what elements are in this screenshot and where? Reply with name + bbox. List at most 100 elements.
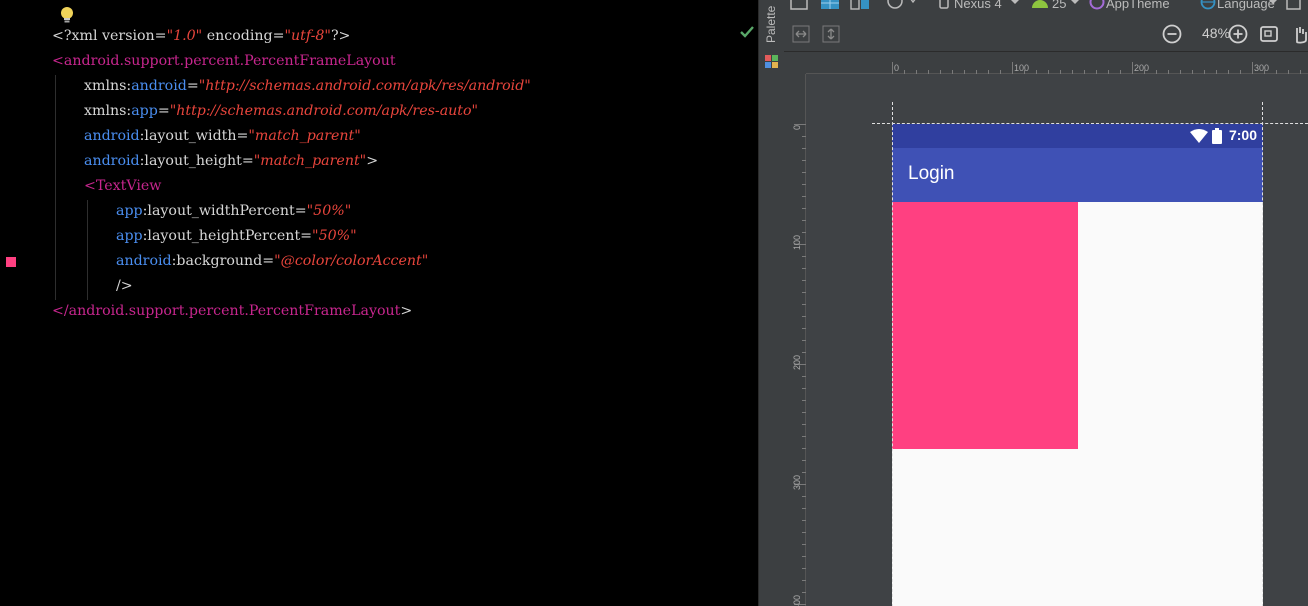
expand-horizontal-icon[interactable] [792,25,810,43]
design-canvas[interactable]: 0 100 200 300 0 100 200 300 400 7:00 Login [784,52,1308,606]
vertical-ruler: 0 100 200 300 400 [784,74,806,606]
code-token: android [84,128,140,144]
ruler-tick [1252,62,1253,74]
code-token: :layout_width= [139,128,249,144]
language-selector[interactable]: Language [1217,0,1275,11]
device-icon[interactable] [938,0,950,10]
device-bound-top [872,123,1308,124]
lightbulb-icon[interactable] [58,5,76,25]
code-token: /> [116,278,133,294]
ruler-label: 300 [792,474,802,490]
status-bar: 7:00 [892,124,1263,148]
blueprint-icon[interactable] [820,0,840,10]
wifi-icon [1190,129,1208,143]
chevron-down-icon[interactable] [1071,0,1079,6]
code-token: "http://schemas.android.com/apk/res-auto… [169,103,479,119]
code-token: TextView [95,178,162,194]
palette-label[interactable]: Palette [764,6,778,56]
ruler-label: 200 [1134,63,1150,73]
code-line[interactable]: </android.support.percent.PercentFrameLa… [52,299,412,324]
status-time: 7:00 [1228,127,1257,143]
code-token: xmlns: [84,78,132,94]
layout-variants-icon[interactable] [1286,0,1302,10]
chevron-down-icon[interactable] [1269,0,1277,6]
zoom-out-icon[interactable] [1162,24,1182,44]
code-editor[interactable]: <?xml version="1.0" encoding="utf-8"?> <a… [0,0,758,606]
ruler-tick [1012,62,1013,74]
design-area[interactable]: 7:00 Login [806,74,1308,606]
code-line[interactable]: <?xml version="1.0" encoding="utf-8"?> [52,24,350,49]
code-token: < [84,178,96,194]
ruler-label: 300 [1254,63,1270,73]
code-token: = [157,103,170,119]
code-line[interactable]: xmlns:app="http://schemas.android.com/ap… [84,99,478,124]
code-token: android [84,153,140,169]
code-token: :layout_height= [139,153,254,169]
palette-panel-strip[interactable]: Palette [758,0,784,606]
code-token: :layout_heightPercent= [142,228,313,244]
layout-toolbar: Nexus 4 25 AppTheme Language [784,0,1308,16]
code-line[interactable]: android:background="@color/colorAccent" [116,249,428,274]
code-token: "utf-8" [284,28,331,44]
code-token: < [52,53,64,69]
code-line[interactable]: <TextView [84,174,161,199]
android-api-icon[interactable] [1030,0,1050,10]
code-token: app [116,228,143,244]
ruler-label: 0 [792,124,802,130]
code-token: :layout_widthPercent= [142,203,307,219]
code-token: "1.0" [166,28,203,44]
code-token: "@color/colorAccent" [274,253,429,269]
color-gutter-swatch[interactable] [6,257,16,267]
zoom-to-fit-icon[interactable] [1259,24,1279,44]
ruler-tick [892,62,893,74]
chevron-down-icon[interactable] [1011,0,1019,6]
indent-guide [87,200,88,300]
code-line[interactable]: xmlns:android="http://schemas.android.co… [84,74,531,99]
code-token: android [131,78,187,94]
horizontal-ruler: 0 100 200 300 [806,52,1308,74]
both-views-icon[interactable] [850,0,870,10]
theme-icon[interactable] [1089,0,1105,10]
zoom-in-icon[interactable] [1228,24,1248,44]
ruler-tick [1132,62,1133,74]
code-line[interactable]: /> [116,274,133,299]
code-token: "50%" [312,228,357,244]
checkmark-icon [740,26,754,38]
code-line[interactable]: app:layout_heightPercent="50%" [116,224,357,249]
zoom-level: 48% [1202,25,1231,41]
code-line[interactable]: android:layout_width="match_parent" [84,124,361,149]
code-token: = [186,78,199,94]
code-token: ?> [330,28,351,44]
ruler-label: 400 [792,594,802,606]
theme-selector[interactable]: AppTheme [1106,0,1170,11]
globe-icon[interactable] [1200,0,1216,10]
code-token: <?xml version= [52,28,167,44]
orientation-icon[interactable] [886,0,918,10]
pan-zoom-icon[interactable] [1292,24,1308,44]
design-surface-icon[interactable] [790,0,808,10]
ruler-label: 200 [792,354,802,370]
device-bound-right [1262,102,1263,606]
code-line[interactable]: android:layout_height="match_parent"> [84,149,378,174]
api-level-selector[interactable]: 25 [1052,0,1066,11]
ruler-label: 100 [1014,63,1030,73]
indent-guide [55,75,56,300]
code-token: </ [52,303,69,319]
code-token: android [116,253,172,269]
device-preview[interactable]: 7:00 Login [892,124,1263,606]
device-bound-left [892,102,893,606]
code-token: encoding= [202,28,285,44]
code-token: "http://schemas.android.com/apk/res/andr… [198,78,531,94]
expand-vertical-icon[interactable] [822,25,840,43]
palette-icon[interactable] [764,53,780,69]
battery-icon [1212,128,1222,144]
device-selector[interactable]: Nexus 4 [954,0,1002,11]
app-bar-title: Login [908,163,955,184]
app-bar[interactable]: Login [892,148,1263,202]
ruler-label: 0 [894,63,900,73]
code-token: android.support.percent.PercentFrameLayo… [68,303,401,319]
code-line[interactable]: <android.support.percent.PercentFrameLay… [52,49,396,74]
code-line[interactable]: app:layout_widthPercent="50%" [116,199,351,224]
text-view-accent[interactable] [892,202,1078,449]
code-token: xmlns: [84,103,132,119]
